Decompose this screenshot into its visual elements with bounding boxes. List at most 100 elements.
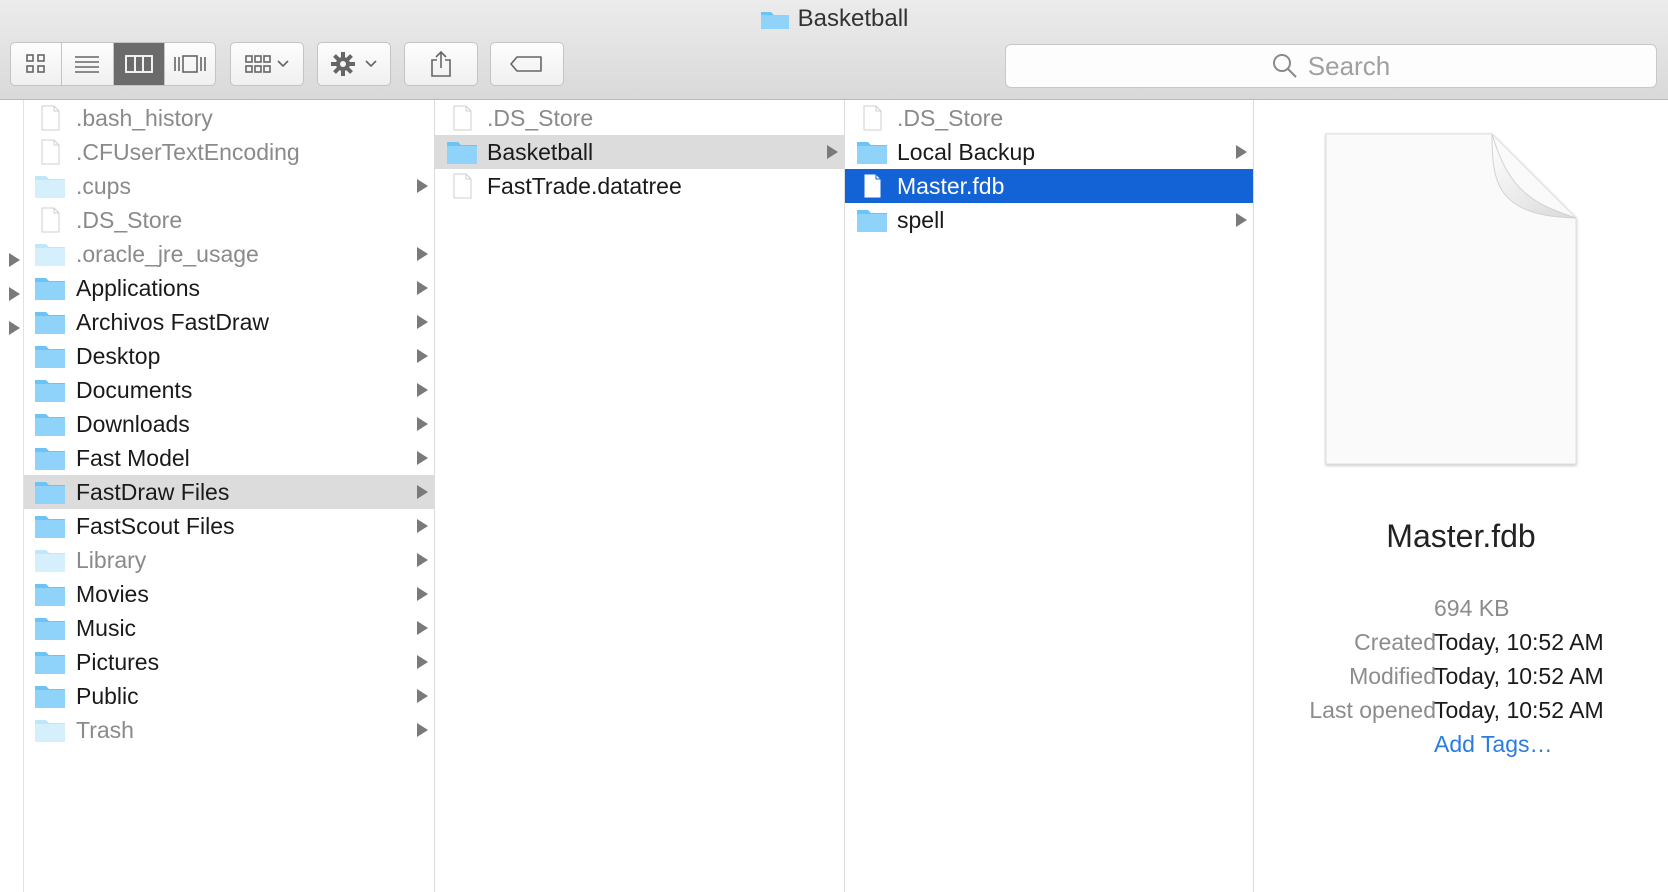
chevron-right-icon xyxy=(417,723,428,737)
chevron-right-icon xyxy=(417,417,428,431)
chevron-right-icon xyxy=(417,587,428,601)
folder-icon xyxy=(34,547,66,573)
list-item[interactable]: .bash_history xyxy=(24,101,434,135)
list-item-label: Trash xyxy=(76,717,134,743)
list-item[interactable]: Documents xyxy=(24,373,434,407)
browser-column-1[interactable]: .bash_history .CFUserTextEncoding .cups .DS… xyxy=(24,100,435,892)
list-item[interactable]: Fast Model xyxy=(24,441,434,475)
list-item-label: .DS_Store xyxy=(76,207,183,233)
list-item[interactable]: .cups xyxy=(24,169,434,203)
modified-label: Modified xyxy=(1349,663,1436,689)
last-opened-value: Today, 10:52 AM xyxy=(1434,697,1604,723)
chevron-right-icon xyxy=(417,349,428,363)
folder-icon xyxy=(34,309,66,335)
list-item[interactable]: Basketball xyxy=(435,135,844,169)
list-item-label: .cups xyxy=(76,173,131,199)
chevron-right-icon xyxy=(1236,213,1247,227)
cover-flow-icon xyxy=(174,55,206,73)
view-mode-segmented-control[interactable] xyxy=(10,42,216,86)
folder-icon xyxy=(34,683,66,709)
chevron-right-icon xyxy=(417,281,428,295)
list-item-label: Local Backup xyxy=(897,139,1036,165)
list-item[interactable]: Pictures xyxy=(24,645,434,679)
cover-flow-view-button[interactable] xyxy=(165,43,215,85)
list-item[interactable]: FastDraw Files xyxy=(24,475,434,509)
list-item[interactable]: Desktop xyxy=(24,339,434,373)
list-item[interactable]: FastTrade.datatree xyxy=(435,169,844,203)
window-title: Basketball xyxy=(0,4,1668,34)
list-view-button[interactable] xyxy=(62,43,114,85)
list-icon xyxy=(75,56,100,73)
list-item[interactable]: FastScout Files xyxy=(24,509,434,543)
share-button[interactable] xyxy=(404,42,478,86)
list-item[interactable]: spell xyxy=(845,203,1253,237)
list-item-label: spell xyxy=(897,207,945,233)
folder-icon xyxy=(856,207,888,233)
list-item-label: Fast Model xyxy=(76,445,190,471)
grid-icon xyxy=(26,54,45,73)
document-icon xyxy=(34,207,66,233)
disclosure-arrow-icon[interactable] xyxy=(9,253,20,267)
list-item[interactable]: Local Backup xyxy=(845,135,1253,169)
column-view-button[interactable] xyxy=(113,43,165,85)
list-item-label: Desktop xyxy=(76,343,161,369)
browser-column-3[interactable]: .DS_Store Local Backup Master.fdb spell xyxy=(845,100,1254,892)
list-item-label: .oracle_jre_usage xyxy=(76,241,259,267)
list-item[interactable]: Library xyxy=(24,543,434,577)
list-item-label: .DS_Store xyxy=(897,105,1004,131)
list-item[interactable]: Trash xyxy=(24,713,434,747)
list-item-label: Public xyxy=(76,683,139,709)
list-item[interactable]: .oracle_jre_usage xyxy=(24,237,434,271)
folder-icon xyxy=(34,615,66,641)
document-icon xyxy=(1325,133,1577,465)
list-item[interactable]: .DS_Store xyxy=(435,101,844,135)
list-item-label: Master.fdb xyxy=(897,173,1005,199)
folder-icon xyxy=(34,649,66,675)
document-icon xyxy=(34,139,66,165)
arrange-button[interactable] xyxy=(230,42,304,86)
document-icon xyxy=(446,105,478,131)
modified-value: Today, 10:52 AM xyxy=(1434,663,1604,689)
list-item[interactable]: Archivos FastDraw xyxy=(24,305,434,339)
chevron-right-icon xyxy=(417,553,428,567)
folder-icon xyxy=(34,411,66,437)
icon-view-button[interactable] xyxy=(11,43,63,85)
folder-icon xyxy=(34,479,66,505)
add-tags-link[interactable]: Add Tags… xyxy=(1434,731,1552,758)
list-item-label: .DS_Store xyxy=(487,105,594,131)
disclosure-arrow-icon[interactable] xyxy=(9,287,20,301)
created-label: Created xyxy=(1354,629,1436,655)
action-button[interactable] xyxy=(317,42,391,86)
browser-column-2[interactable]: .DS_Store Basketball FastTrade.datatree xyxy=(435,100,845,892)
document-icon xyxy=(856,173,888,199)
list-item[interactable]: Public xyxy=(24,679,434,713)
disclosure-arrow-icon[interactable] xyxy=(9,321,20,335)
list-item-label: Basketball xyxy=(487,139,594,165)
list-item[interactable]: Music xyxy=(24,611,434,645)
list-item[interactable]: .CFUserTextEncoding xyxy=(24,135,434,169)
list-item[interactable]: .DS_Store xyxy=(24,203,434,237)
tags-button[interactable] xyxy=(490,42,564,86)
search-icon xyxy=(1272,54,1297,78)
chevron-right-icon xyxy=(417,247,428,261)
list-item[interactable]: Master.fdb xyxy=(845,169,1253,203)
folder-icon xyxy=(34,445,66,471)
window-toolbar: Basketball Search xyxy=(0,0,1668,100)
list-item[interactable]: Applications xyxy=(24,271,434,305)
list-item[interactable]: .DS_Store xyxy=(845,101,1253,135)
list-item[interactable]: Movies xyxy=(24,577,434,611)
list-item[interactable]: Downloads xyxy=(24,407,434,441)
list-item-label: Archivos FastDraw xyxy=(76,309,269,335)
folder-icon xyxy=(34,241,66,267)
chevron-right-icon xyxy=(417,485,428,499)
chevron-right-icon xyxy=(417,383,428,397)
list-item-label: Downloads xyxy=(76,411,190,437)
gear-icon xyxy=(331,52,377,76)
list-item-label: Music xyxy=(76,615,137,641)
chevron-right-icon xyxy=(417,519,428,533)
list-item-label: Applications xyxy=(76,275,201,301)
search-field[interactable]: Search xyxy=(1005,44,1657,88)
chevron-right-icon xyxy=(417,689,428,703)
document-icon xyxy=(446,173,478,199)
columns-icon xyxy=(124,55,153,73)
